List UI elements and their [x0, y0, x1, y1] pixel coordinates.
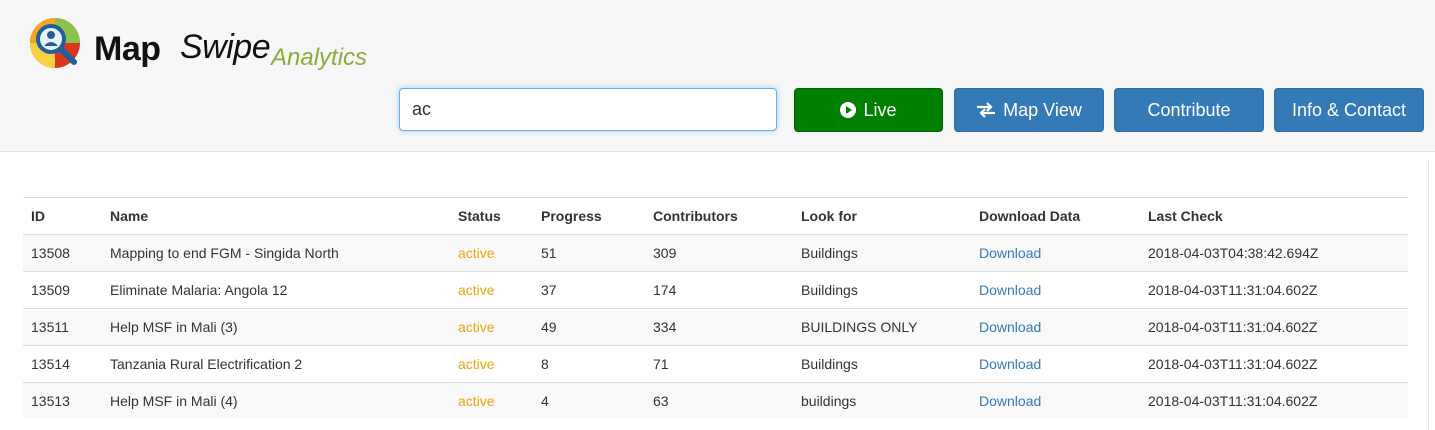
- contribute-button[interactable]: Contribute: [1114, 88, 1264, 132]
- column-header-id[interactable]: ID: [23, 197, 102, 235]
- cell-name: Tanzania Rural Electrification 2: [102, 345, 450, 383]
- contribute-button-label: Contribute: [1147, 99, 1231, 120]
- cell-look-for: Buildings: [793, 234, 971, 272]
- cell-progress: 49: [533, 308, 645, 346]
- cell-look-for: Buildings: [793, 345, 971, 383]
- live-button[interactable]: Live: [794, 88, 943, 132]
- cell-id: 13508: [23, 234, 102, 272]
- cell-id: 13514: [23, 345, 102, 383]
- cell-look-for: BUILDINGS ONLY: [793, 308, 971, 346]
- map-view-button[interactable]: Map View: [954, 88, 1104, 132]
- table-row: 13508 Mapping to end FGM - Singida North…: [23, 234, 1408, 272]
- cell-contributors: 71: [645, 345, 793, 383]
- table-row: 13513 Help MSF in Mali (4) active 4 63 b…: [23, 382, 1408, 419]
- cell-download: Download: [971, 382, 1140, 419]
- cell-last-check: 2018-04-03T04:38:42.694Z: [1140, 234, 1408, 272]
- cell-status: active: [450, 271, 533, 309]
- column-header-progress[interactable]: Progress: [533, 197, 645, 235]
- cell-download: Download: [971, 345, 1140, 383]
- cell-id: 13513: [23, 382, 102, 419]
- download-link[interactable]: Download: [979, 356, 1041, 372]
- play-circle-icon: [840, 102, 857, 118]
- mapswipe-logo-icon: [30, 18, 80, 68]
- cell-status: active: [450, 382, 533, 419]
- table-header-row: ID Name Status Progress Contributors Loo…: [23, 197, 1408, 235]
- mapswipe-logo[interactable]: Map Swipe Analytics: [28, 16, 408, 76]
- info-contact-button[interactable]: Info & Contact: [1274, 88, 1424, 132]
- live-button-label: Live: [863, 99, 897, 120]
- cell-last-check: 2018-04-03T11:31:04.602Z: [1140, 271, 1408, 309]
- cell-contributors: 174: [645, 271, 793, 309]
- column-header-look-for[interactable]: Look for: [793, 197, 971, 235]
- cell-name: Mapping to end FGM - Singida North: [102, 234, 450, 272]
- cell-progress: 37: [533, 271, 645, 309]
- cell-look-for: buildings: [793, 382, 971, 419]
- cell-name: Help MSF in Mali (4): [102, 382, 450, 419]
- column-header-status[interactable]: Status: [450, 197, 533, 235]
- page-header: Map Swipe Analytics Live Map View Contri…: [0, 0, 1435, 152]
- column-header-name[interactable]: Name: [102, 197, 450, 235]
- cell-id: 13509: [23, 271, 102, 309]
- cell-name: Eliminate Malaria: Angola 12: [102, 271, 450, 309]
- info-contact-button-label: Info & Contact: [1291, 99, 1407, 120]
- brand-name-italic: Swipe: [180, 28, 271, 66]
- swap-arrows-icon: [977, 102, 996, 118]
- projects-table-container: ID Name Status Progress Contributors Loo…: [23, 197, 1408, 419]
- download-link[interactable]: Download: [979, 319, 1041, 335]
- cell-download: Download: [971, 308, 1140, 346]
- cell-progress: 51: [533, 234, 645, 272]
- cell-download: Download: [971, 234, 1140, 272]
- cell-look-for: Buildings: [793, 271, 971, 309]
- column-header-last-check[interactable]: Last Check: [1140, 197, 1408, 235]
- table-row: 13509 Eliminate Malaria: Angola 12 activ…: [23, 271, 1408, 309]
- download-link[interactable]: Download: [979, 282, 1041, 298]
- cell-status: active: [450, 234, 533, 272]
- column-header-download[interactable]: Download Data: [971, 197, 1140, 235]
- cell-download: Download: [971, 271, 1140, 309]
- download-link[interactable]: Download: [979, 245, 1041, 261]
- cell-last-check: 2018-04-03T11:31:04.602Z: [1140, 308, 1408, 346]
- brand-name-bold: Map: [94, 30, 161, 68]
- cell-contributors: 63: [645, 382, 793, 419]
- cell-status: active: [450, 345, 533, 383]
- cell-progress: 4: [533, 382, 645, 419]
- cell-last-check: 2018-04-03T11:31:04.602Z: [1140, 382, 1408, 419]
- table-row: 13514 Tanzania Rural Electrification 2 a…: [23, 345, 1408, 383]
- cell-progress: 8: [533, 345, 645, 383]
- cell-last-check: 2018-04-03T11:31:04.602Z: [1140, 345, 1408, 383]
- cell-id: 13511: [23, 308, 102, 346]
- column-header-contributors[interactable]: Contributors: [645, 197, 793, 235]
- cell-name: Help MSF in Mali (3): [102, 308, 450, 346]
- cell-status: active: [450, 308, 533, 346]
- download-link[interactable]: Download: [979, 393, 1041, 409]
- cell-contributors: 309: [645, 234, 793, 272]
- cell-contributors: 334: [645, 308, 793, 346]
- map-view-button-label: Map View: [1003, 99, 1082, 120]
- search-input[interactable]: [399, 88, 777, 131]
- table-row: 13511 Help MSF in Mali (3) active 49 334…: [23, 308, 1408, 346]
- brand-subtitle: Analytics: [271, 44, 368, 71]
- projects-table: ID Name Status Progress Contributors Loo…: [23, 197, 1408, 419]
- content-divider: [1428, 160, 1429, 430]
